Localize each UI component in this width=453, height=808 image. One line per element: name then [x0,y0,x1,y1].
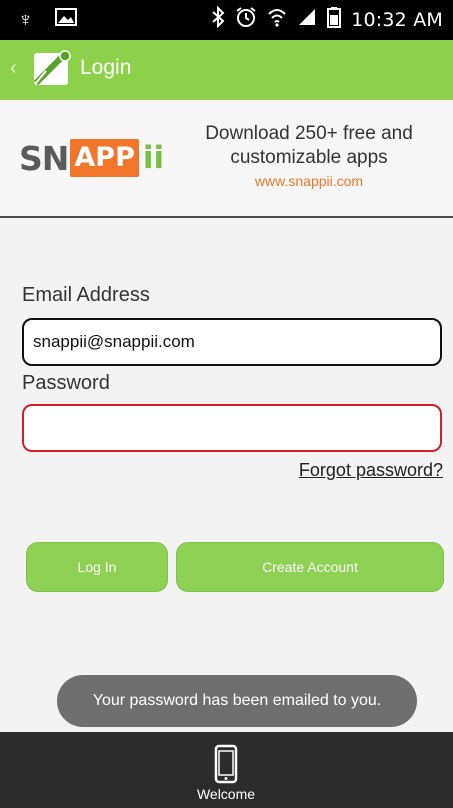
bluetooth-icon [211,5,225,33]
banner-text: Download 250+ free and customizable apps… [175,122,443,189]
password-label: Password [22,372,110,394]
banner-url[interactable]: www.snappii.com [175,173,443,189]
gallery-icon [55,8,77,31]
create-account-button[interactable]: Create Account [176,542,444,592]
email-label: Email Address [22,284,150,306]
usb-icon: ♆ [18,8,33,31]
battery-icon [327,6,342,33]
login-button[interactable]: Log In [26,542,168,592]
action-bar: ‹ Login [0,40,453,100]
clock-time: 10:32 AM [351,8,443,31]
alarm-icon [235,6,257,33]
toast-message: Your password has been emailed to you. [57,675,417,727]
banner-headline: Download 250+ free and customizable apps [205,123,413,168]
password-field[interactable] [22,404,442,452]
email-field[interactable]: snappii@snappii.com [22,318,442,366]
page-title: Login [80,56,132,79]
snappii-logo: SN APP ii [19,138,165,178]
wifi-icon [267,6,287,33]
tab-bar: Welcome [0,732,453,808]
chevron-left-icon[interactable]: ‹ [10,57,17,80]
forgot-password-link[interactable]: Forgot password? [299,460,443,481]
signal-icon [297,7,317,32]
app-icon[interactable] [32,49,72,89]
status-bar: ♆ 10:32 AM [0,0,453,40]
tab-welcome-label: Welcome [196,786,256,802]
tab-welcome[interactable]: Welcome [176,740,276,802]
snappii-banner[interactable]: SN APP ii Download 250+ free and customiza… [0,100,453,218]
phone-icon [214,744,238,789]
